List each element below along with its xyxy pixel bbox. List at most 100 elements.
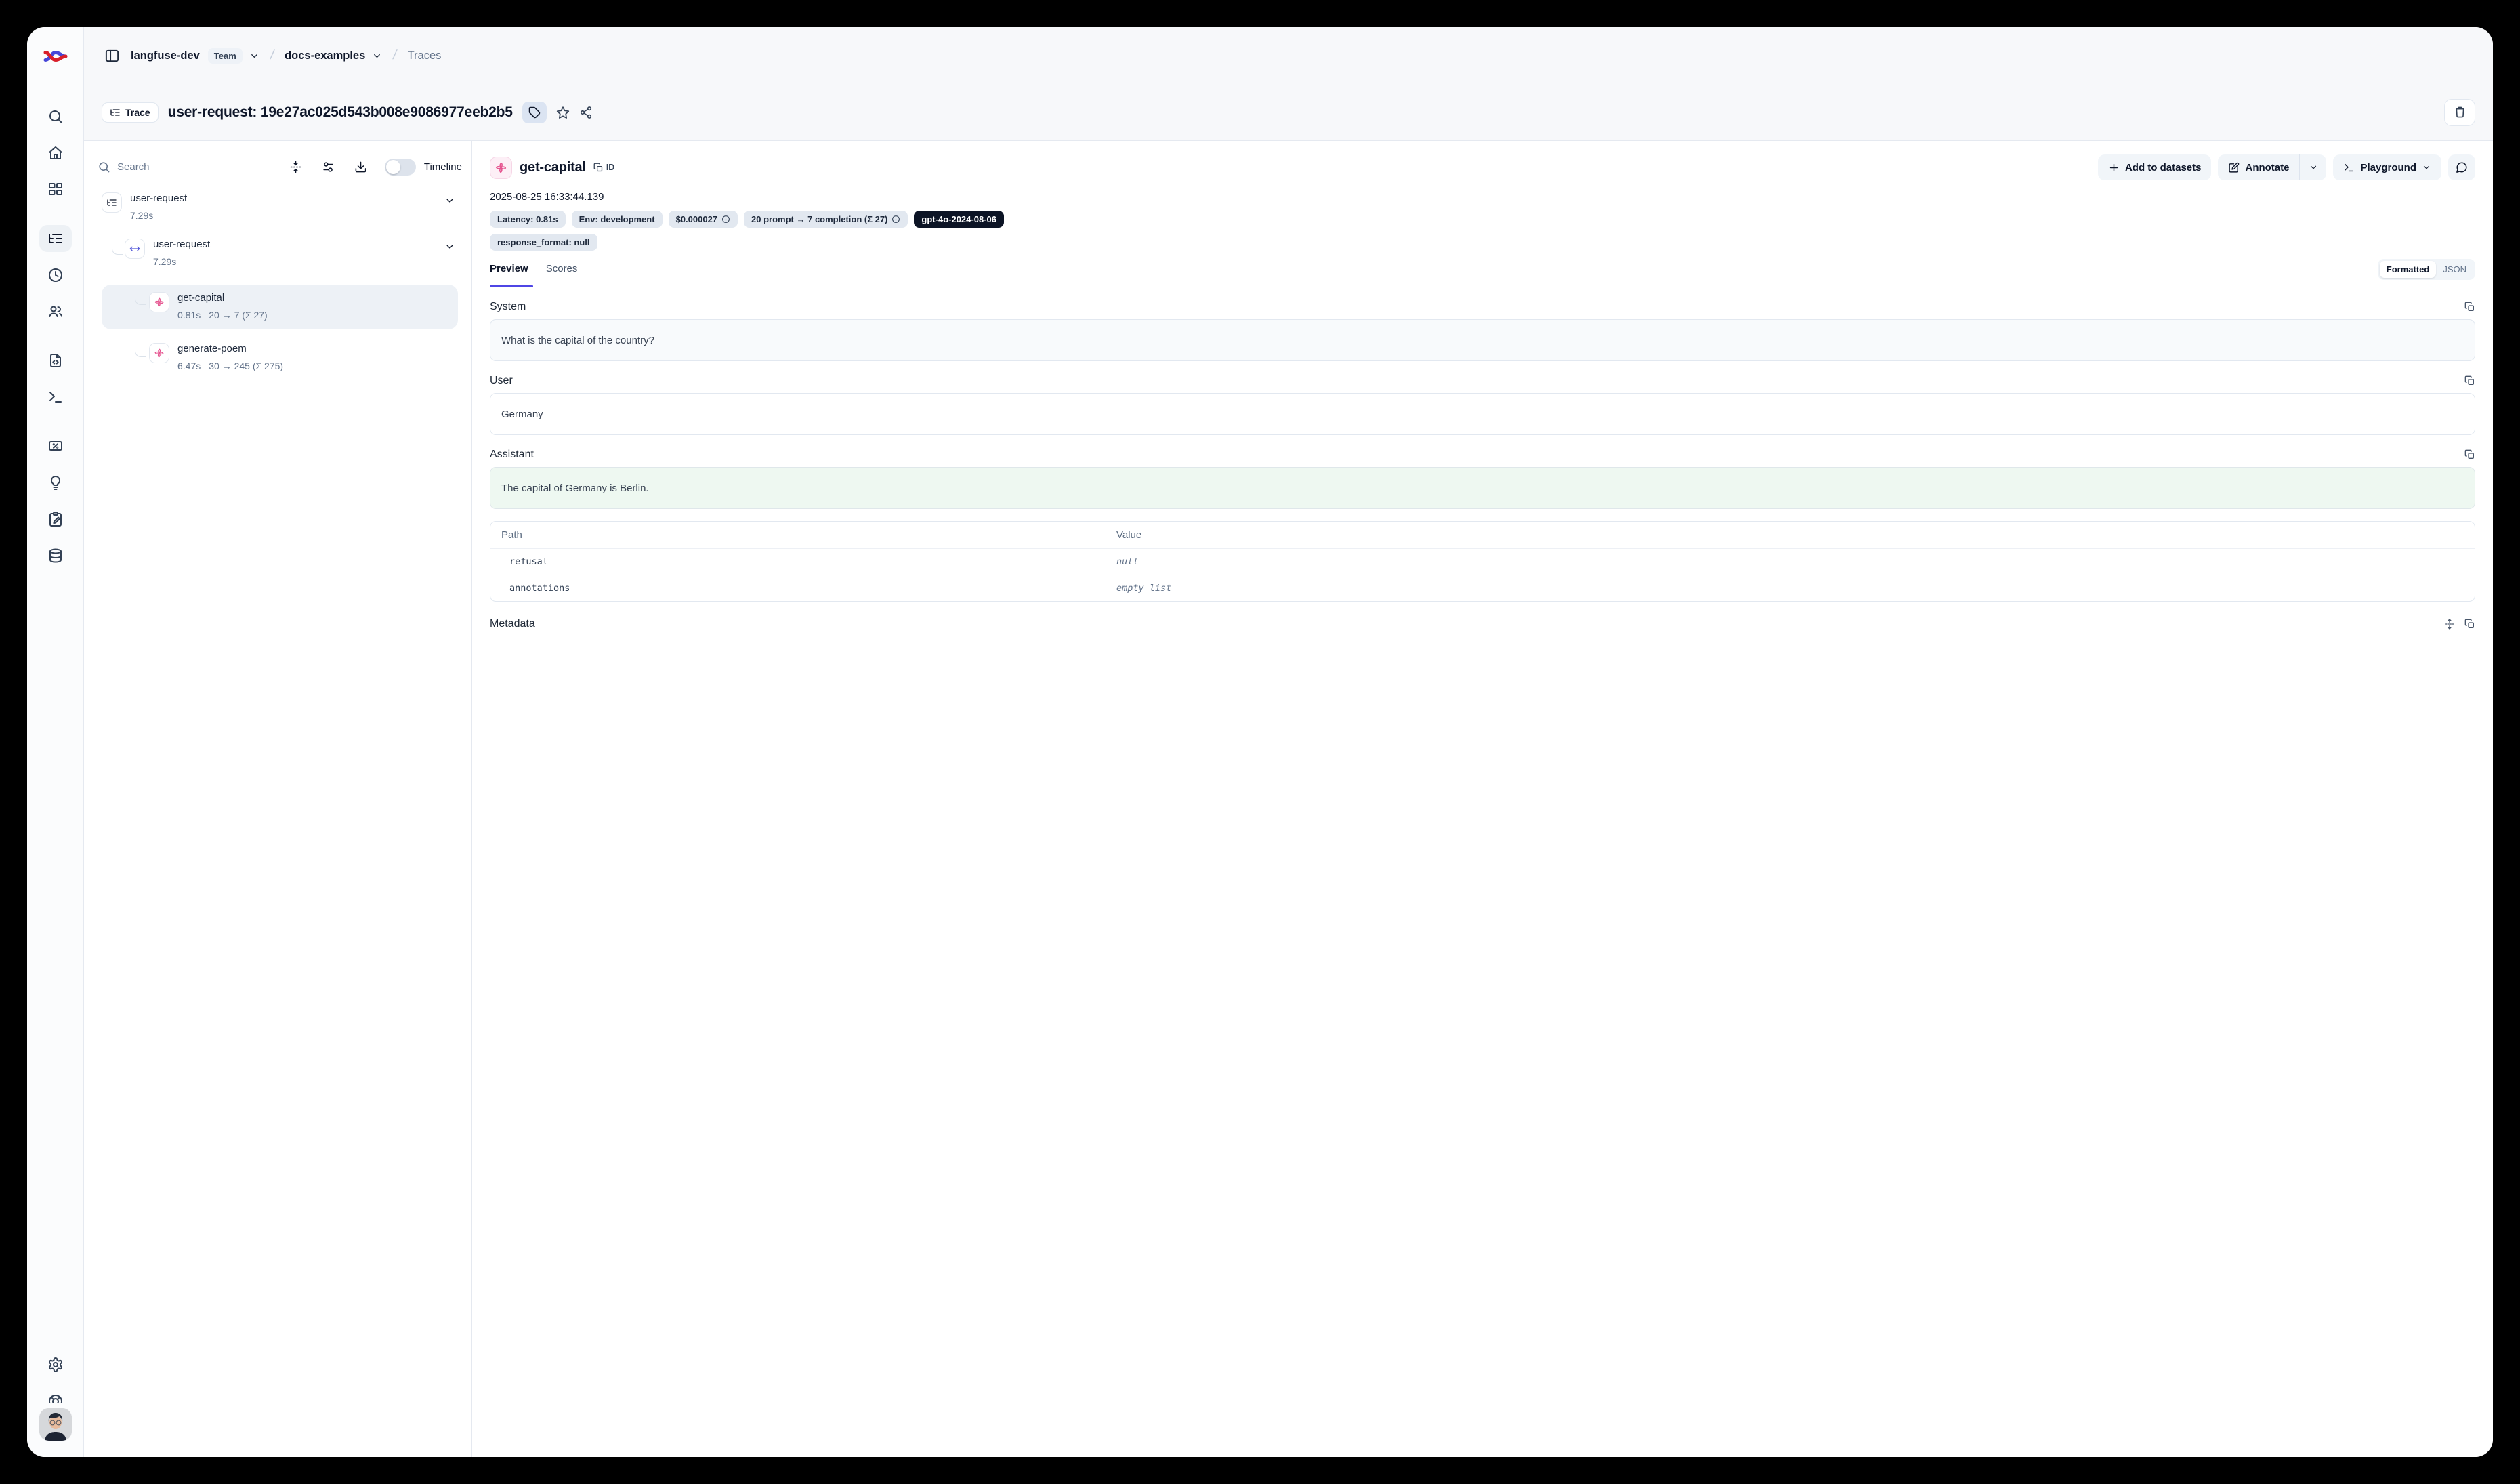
rail-sessions[interactable] (39, 262, 72, 289)
user-label: User (490, 375, 513, 387)
rail-tracing[interactable] (39, 225, 72, 252)
search-icon (47, 108, 64, 125)
search-input[interactable] (117, 161, 219, 173)
plus-icon (2108, 162, 2120, 173)
tree-row-get-capital-selected[interactable]: get-capital 0.81s20 → 7 (Σ 27) (102, 285, 458, 329)
annotate-menu-button[interactable] (2299, 154, 2326, 180)
copy-button[interactable] (2464, 449, 2475, 460)
terminal-icon (2343, 162, 2355, 173)
annotate-split-button: Annotate (2218, 154, 2326, 180)
span-node-chip (125, 239, 145, 259)
lightbulb-icon (47, 474, 64, 491)
rail-playground[interactable] (39, 384, 72, 411)
cost-badge[interactable]: $0.000027 (669, 211, 738, 228)
pen-square-icon (2228, 162, 2240, 173)
rail-prompts[interactable] (39, 347, 72, 374)
share-icon (579, 106, 593, 119)
copy-button[interactable] (2464, 302, 2475, 312)
generation-node-chip (149, 292, 169, 312)
rail-dashboard[interactable] (39, 176, 72, 203)
field-path: refusal (490, 549, 1106, 575)
assistant-content: The capital of Germany is Berlin. (490, 467, 2475, 509)
download-button[interactable] (350, 155, 373, 178)
bookmark-button[interactable] (556, 106, 570, 119)
collapse-node-button[interactable] (444, 195, 455, 206)
sidebar-toggle[interactable] (104, 48, 120, 64)
comments-button[interactable] (2448, 154, 2475, 180)
tag-icon (528, 106, 541, 119)
breadcrumb-bar: langfuse-dev Team / docs-examples / Trac… (84, 27, 2493, 84)
rail-support[interactable] (39, 1388, 72, 1403)
rail-evals[interactable] (39, 469, 72, 496)
breadcrumb-section[interactable]: Traces (408, 49, 442, 62)
expand-metadata-button[interactable] (2444, 619, 2455, 630)
collapse-node-button[interactable] (444, 241, 455, 252)
tree-node-duration: 6.47s (177, 360, 201, 371)
collapse-all-button[interactable] (285, 155, 308, 178)
app-window: langfuse-dev Team / docs-examples / Trac… (27, 27, 2493, 1457)
tree-settings-button[interactable] (317, 155, 340, 178)
langfuse-logo[interactable] (43, 46, 68, 66)
user-avatar[interactable] (39, 1408, 72, 1441)
timeline-toggle[interactable] (385, 159, 416, 176)
latency-badge: Latency: 0.81s (490, 211, 566, 228)
system-label: System (490, 301, 526, 313)
rail-search[interactable] (39, 103, 72, 130)
model-badge[interactable]: gpt-4o-2024-08-06 (914, 211, 1004, 228)
rail-settings[interactable] (39, 1351, 72, 1378)
share-button[interactable] (579, 106, 593, 119)
content-row: Timeline user-request 7.29s (84, 141, 2493, 1457)
copy-id-button[interactable]: ID (593, 163, 615, 173)
annotate-button[interactable]: Annotate (2218, 154, 2299, 180)
chat-bubble-icon (2456, 161, 2468, 173)
add-to-datasets-button[interactable]: Add to datasets (2098, 154, 2212, 180)
formatted-option[interactable]: Formatted (2380, 261, 2437, 278)
generation-chip (490, 157, 512, 179)
generation-icon (154, 297, 165, 308)
rail-annotation[interactable] (39, 506, 72, 533)
badge-row-2: response_format: null (490, 234, 2475, 251)
json-option[interactable]: JSON (2436, 261, 2473, 278)
tab-preview[interactable]: Preview (490, 262, 528, 274)
metadata-label: Metadata (490, 618, 535, 630)
clipboard-pen-icon (47, 511, 64, 527)
tag-button[interactable] (522, 102, 547, 123)
dashboard-icon (47, 182, 64, 198)
tree-node-tokens: 20 → 7 (Σ 27) (209, 310, 267, 321)
toggle-knob (386, 160, 400, 174)
project-switcher[interactable] (372, 51, 382, 61)
panel-left-icon (104, 48, 120, 64)
rail-home[interactable] (39, 140, 72, 167)
copy-button[interactable] (2464, 619, 2475, 630)
copy-button[interactable] (2464, 375, 2475, 386)
breadcrumb-org[interactable]: langfuse-dev (131, 49, 200, 62)
rail-scores[interactable] (39, 432, 72, 459)
tree-node-label: user-request (130, 192, 187, 205)
table-header-value: Value (1106, 522, 2475, 549)
token-usage-badge[interactable]: 20 prompt → 7 completion (Σ 27) (744, 211, 908, 228)
tree-node-label: user-request (153, 239, 210, 251)
tree-node-label: get-capital (177, 292, 268, 305)
tree-row-generate-poem[interactable]: generate-poem 6.47s30 → 245 (Σ 275) (102, 336, 461, 379)
tree-node-tokens: 30 → 245 (Σ 275) (209, 360, 283, 371)
breadcrumb-project[interactable]: docs-examples (285, 49, 365, 62)
rail-users[interactable] (39, 298, 72, 325)
tab-scores[interactable]: Scores (546, 262, 578, 274)
delete-trace-button[interactable] (2444, 99, 2475, 126)
tree-row-trace[interactable]: user-request 7.29s (102, 191, 461, 229)
trace-tree-panel: Timeline user-request 7.29s (84, 141, 472, 1457)
playground-button[interactable]: Playground (2333, 154, 2441, 180)
generation-icon (154, 348, 165, 358)
assistant-label: Assistant (490, 449, 534, 461)
tree-connector (135, 267, 146, 357)
system-content: What is the capital of the country? (490, 319, 2475, 361)
output-fields-table: Path Value refusal null annotations (490, 521, 2475, 602)
database-icon (47, 548, 64, 564)
trace-title-bar: Trace user-request: 19e27ac025d543b008e9… (84, 84, 2493, 141)
tree-row-span[interactable]: user-request 7.29s (102, 239, 461, 276)
org-switcher[interactable] (249, 51, 259, 61)
sliders-icon (322, 161, 335, 173)
main-column: langfuse-dev Team / docs-examples / Trac… (84, 27, 2493, 1457)
rail-datasets[interactable] (39, 542, 72, 569)
gear-icon (47, 1357, 64, 1373)
